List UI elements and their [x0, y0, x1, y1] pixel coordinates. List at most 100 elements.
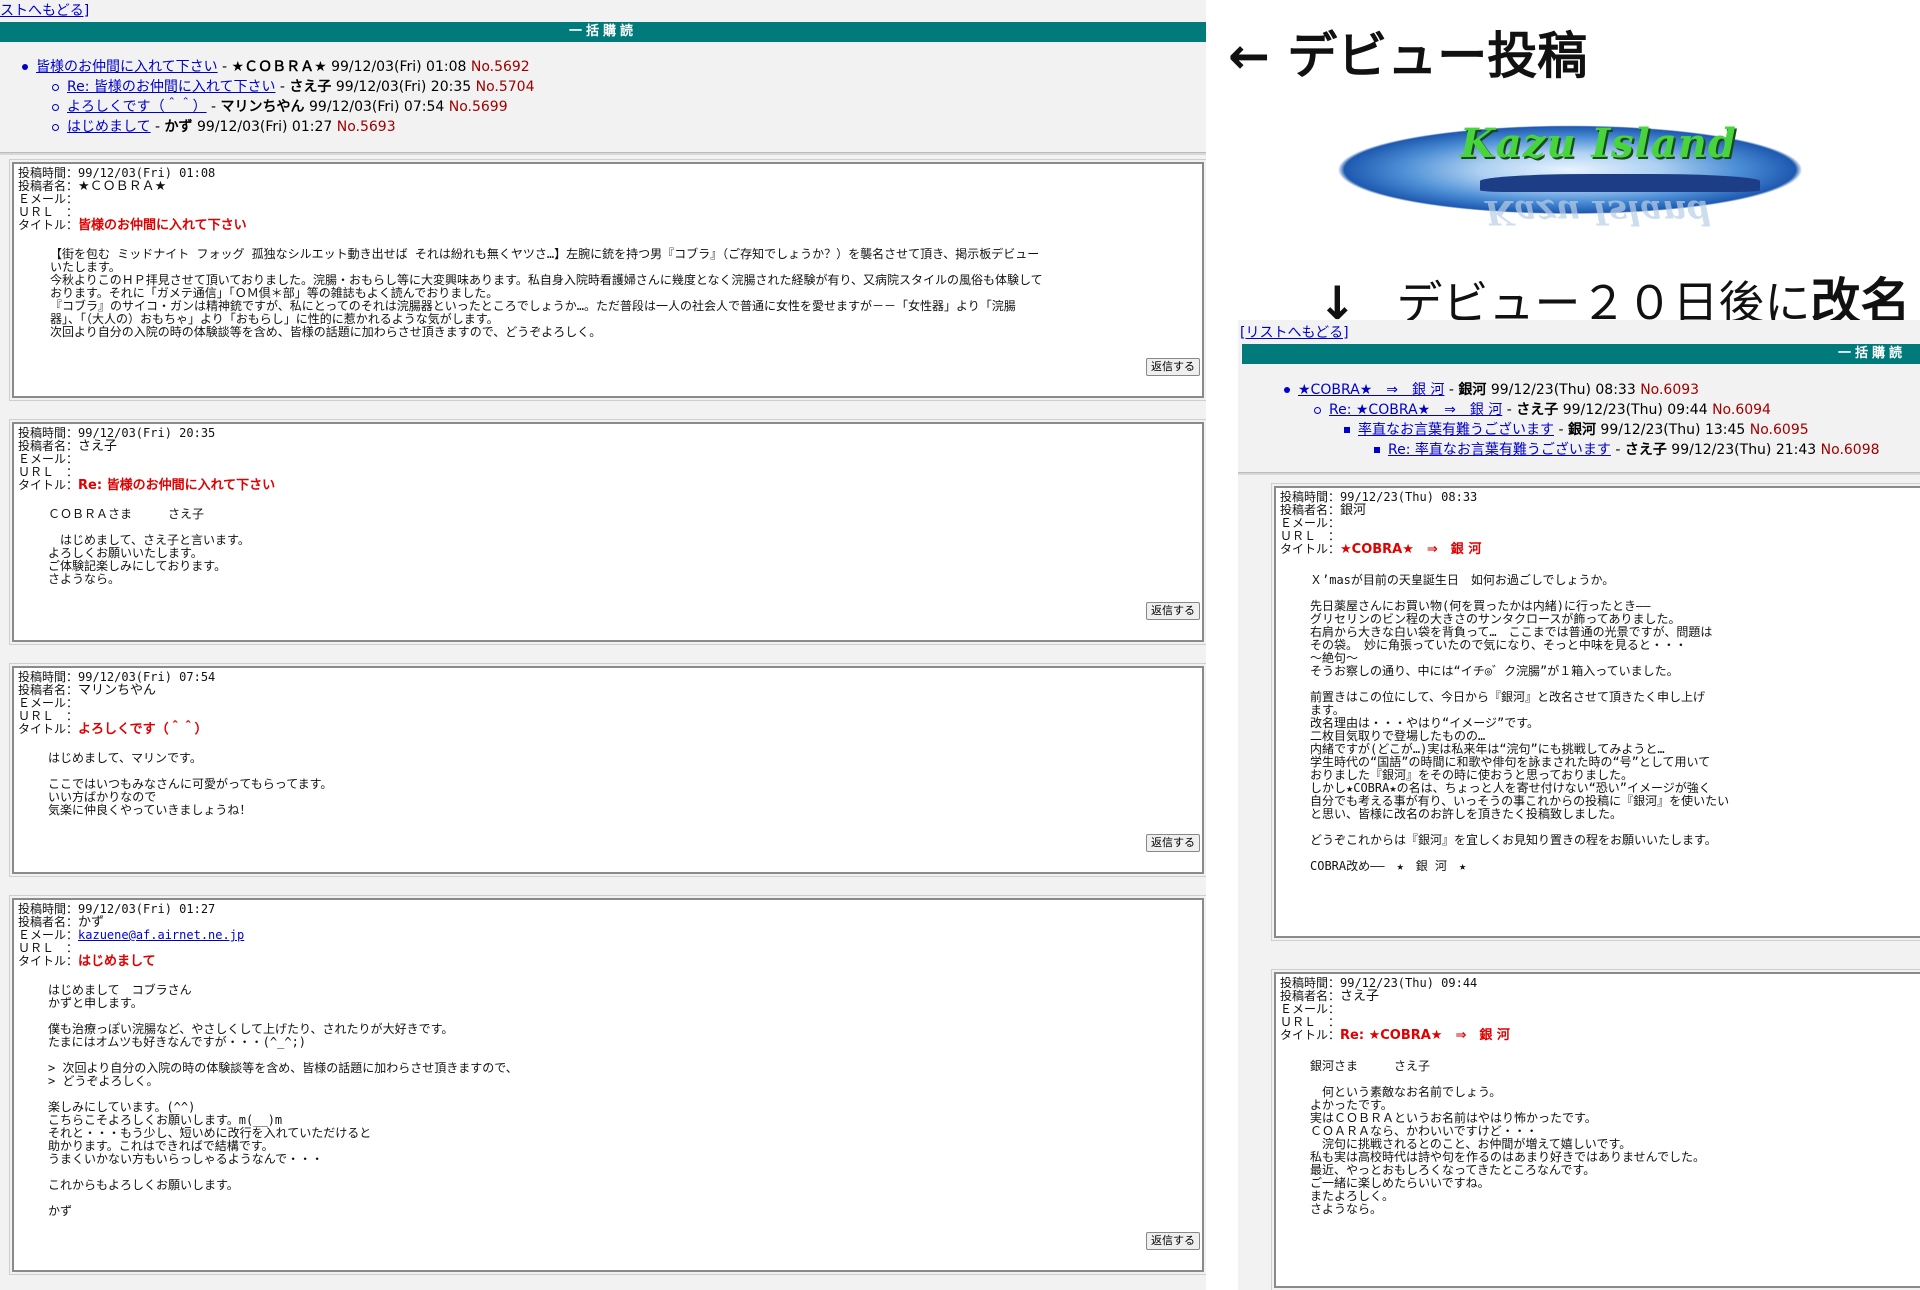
title-label: タイトル： — [18, 722, 79, 736]
thread-date: 99/12/23(Thu) 13:45 — [1600, 422, 1746, 438]
thread-tree: 皆様のお仲間に入れて下さい - ★ＣＯＢＲＡ★ 99/12/03(Fri) 01… — [22, 57, 534, 137]
thread-author: 銀河 — [1567, 422, 1596, 438]
post-card: 投稿時間：99/12/23(Thu) 08:33 投稿者名：銀河 Ｅメール： Ｕ… — [1271, 483, 1920, 941]
reply-button[interactable]: 返信する — [1146, 358, 1200, 376]
thread-number: No.5704 — [475, 79, 535, 95]
thread-title-link[interactable]: 率直なお言葉有難うございます — [1358, 422, 1554, 438]
back-to-list-link[interactable]: ストへもどる] — [0, 0, 89, 20]
bullet-icon — [1314, 406, 1321, 414]
thread-number: No.6094 — [1712, 402, 1771, 418]
post-body: ＣＯＢＲＡさま さえ子 はじめまして、さえ子と言います。 よろしくお願いいたしま… — [48, 507, 250, 586]
thread-author: さえ子 — [1624, 442, 1667, 458]
post-title: Re: 皆様のお仲間に入れて下さい — [78, 478, 276, 493]
reply-button[interactable]: 返信する — [1146, 834, 1200, 852]
divider — [1238, 472, 1920, 475]
banner-island — [1480, 174, 1760, 192]
thread-number: No.5693 — [336, 119, 396, 135]
bullet-icon — [22, 64, 28, 70]
thread-author: 銀河 — [1458, 382, 1487, 398]
thread-tree-item: はじめまして - かず 99/12/03(Fri) 01:27 No.5693 — [52, 117, 534, 137]
thread-title-link[interactable]: よろしくです（＾＾） — [67, 99, 207, 115]
thread-date: 99/12/03(Fri) 01:27 — [197, 119, 333, 135]
post-author: 銀河 — [1340, 503, 1367, 518]
bullet-icon — [52, 123, 59, 131]
post-body: はじめまして、マリンです。 ここではいつもみなさんに可愛がってもらってます。 い… — [48, 751, 333, 817]
thread-number: No.5692 — [470, 59, 530, 75]
post-body: Ｘ’masが目前の天皇誕生日 如何お過ごしでしょうか。 先日薬屋さんにお買い物(… — [1310, 573, 1730, 873]
bullet-icon — [52, 83, 59, 91]
thread-tree: ★COBRA★ ⇒ 銀 河 - 銀河 99/12/23(Thu) 08:33 N… — [1284, 380, 1880, 460]
post-body: 【街を包む ミッドナイト フォッグ 孤独なシルエット動き出せば それは紛れも無く… — [50, 247, 1043, 339]
right-board-page: [リストへもどる] 一括購読 ★COBRA★ ⇒ 銀 河 - 銀河 99/12/… — [1238, 320, 1920, 1290]
post-body: はじめまして コブラさん かずと申します。 僕も治療っぽい浣腸など、やさしくして… — [48, 983, 518, 1218]
thread-title-link[interactable]: Re: ★COBRA★ ⇒ 銀 河 — [1329, 402, 1502, 418]
post-card: 投稿時間：99/12/03(Fri) 07:54 投稿者名：マリンちやん Ｅメー… — [9, 663, 1206, 877]
back-to-list-link[interactable]: [リストへもどる] — [1240, 322, 1349, 342]
post-author: マリンちやん — [78, 683, 157, 698]
title-label: タイトル： — [1280, 542, 1341, 556]
thread-author: かず — [164, 119, 193, 135]
post-card: 投稿時間：99/12/03(Fri) 01:08 投稿者名：★ＣＯＢＲＡ★ Ｅメ… — [9, 159, 1206, 401]
post-title: ★COBRA★ ⇒ 銀 河 — [1340, 542, 1482, 557]
thread-title-link[interactable]: Re: 率直なお言葉有難うございます — [1388, 442, 1611, 458]
post-author: ★ＣＯＢＲＡ★ — [78, 179, 167, 194]
thread-date: 99/12/23(Thu) 09:44 — [1562, 402, 1708, 418]
post-author: さえ子 — [1340, 989, 1380, 1004]
thread-title-link[interactable]: はじめまして — [67, 119, 151, 135]
thread-date: 99/12/03(Fri) 01:08 — [331, 59, 467, 75]
thread-tree-item: Re: 皆様のお仲間に入れて下さい - さえ子 99/12/03(Fri) 20… — [52, 77, 534, 97]
banner-logo: Kazu Island — [1460, 120, 1737, 167]
title-label: タイトル： — [18, 218, 79, 232]
reply-button[interactable]: 返信する — [1146, 602, 1200, 620]
debut-annotation: ← デビュー投稿 — [1228, 27, 1588, 85]
post-header: 投稿時間：99/12/23(Thu) 09:44 投稿者名：さえ子 Ｅメール： … — [1280, 977, 1510, 1043]
post-card: 投稿時間：99/12/03(Fri) 01:27 投稿者名：かず Ｅメール：ka… — [9, 895, 1206, 1275]
post-header: 投稿時間：99/12/03(Fri) 20:35 投稿者名：さえ子 Ｅメール： … — [18, 427, 276, 493]
post-email-link[interactable]: kazuene@af.airnet.ne.jp — [78, 928, 244, 942]
post-header: 投稿時間：99/12/23(Thu) 08:33 投稿者名：銀河 Ｅメール： Ｕ… — [1280, 491, 1482, 557]
thread-number: No.5699 — [448, 99, 508, 115]
thread-tree-item: よろしくです（＾＾） - マリンちやん 99/12/03(Fri) 07:54 … — [52, 97, 534, 117]
post-title: 皆様のお仲間に入れて下さい — [78, 218, 247, 233]
bulk-read-header: 一括購読 — [1242, 344, 1920, 364]
thread-tree-item: 皆様のお仲間に入れて下さい - ★ＣＯＢＲＡ★ 99/12/03(Fri) 01… — [22, 57, 534, 77]
title-label: タイトル： — [18, 478, 79, 492]
reply-button[interactable]: 返信する — [1146, 1232, 1200, 1250]
thread-title-link[interactable]: ★COBRA★ ⇒ 銀 河 — [1298, 382, 1444, 398]
post-header: 投稿時間：99/12/03(Fri) 07:54 投稿者名：マリンちやん Ｅメー… — [18, 671, 215, 737]
post-title: はじめまして — [78, 954, 156, 969]
title-label: タイトル： — [1280, 1028, 1341, 1042]
banner-logo-reflection: Kazu Island — [1485, 192, 1711, 228]
post-title: よろしくです（＾＾） — [78, 722, 208, 737]
post-author: さえ子 — [78, 439, 118, 454]
post-header: 投稿時間：99/12/03(Fri) 01:27 投稿者名：かず Ｅメール：ka… — [18, 903, 244, 969]
thread-date: 99/12/03(Fri) 20:35 — [335, 79, 472, 95]
thread-number: No.6093 — [1640, 382, 1700, 398]
thread-author: さえ子 — [289, 79, 332, 95]
left-board-page: ストへもどる] 一括購読 皆様のお仲間に入れて下さい - ★ＣＯＢＲＡ★ 99/… — [0, 0, 1206, 1290]
thread-number: No.6095 — [1749, 422, 1809, 438]
thread-date: 99/12/23(Thu) 21:43 — [1671, 442, 1817, 458]
bullet-icon — [52, 103, 59, 111]
thread-tree-item: ★COBRA★ ⇒ 銀 河 - 銀河 99/12/23(Thu) 08:33 N… — [1284, 380, 1880, 400]
bullet-icon — [1344, 427, 1350, 433]
thread-tree-item: Re: ★COBRA★ ⇒ 銀 河 - さえ子 99/12/23(Thu) 09… — [1314, 400, 1880, 420]
title-label: タイトル： — [18, 954, 79, 968]
post-body: 銀河さま さえ子 何という素敵なお名前でしょう。 よかったです。 実はＣＯＢＲＡ… — [1310, 1059, 1706, 1216]
post-card: 投稿時間：99/12/03(Fri) 20:35 投稿者名：さえ子 Ｅメール： … — [9, 419, 1206, 645]
kazu-island-banner: Kazu Island Kazu Island — [1310, 116, 1830, 228]
thread-title-link[interactable]: Re: 皆様のお仲間に入れて下さい — [67, 79, 275, 95]
thread-author: さえ子 — [1516, 402, 1559, 418]
bulk-read-header: 一括購読 — [0, 22, 1206, 42]
divider — [0, 152, 1206, 155]
thread-date: 99/12/23(Thu) 08:33 — [1490, 382, 1636, 398]
thread-tree-item: 率直なお言葉有難うございます - 銀河 99/12/23(Thu) 13:45 … — [1344, 420, 1880, 440]
post-header: 投稿時間：99/12/03(Fri) 01:08 投稿者名：★ＣＯＢＲＡ★ Ｅメ… — [18, 167, 247, 233]
thread-date: 99/12/03(Fri) 07:54 — [309, 99, 445, 115]
thread-tree-item: Re: 率直なお言葉有難うございます - さえ子 99/12/23(Thu) 2… — [1374, 440, 1880, 460]
bullet-icon — [1284, 387, 1290, 393]
thread-author: マリンちやん — [220, 99, 305, 115]
thread-author: ★ＣＯＢＲＡ★ — [231, 59, 327, 75]
post-title: Re: ★COBRA★ ⇒ 銀 河 — [1340, 1028, 1510, 1043]
thread-title-link[interactable]: 皆様のお仲間に入れて下さい — [36, 59, 218, 75]
